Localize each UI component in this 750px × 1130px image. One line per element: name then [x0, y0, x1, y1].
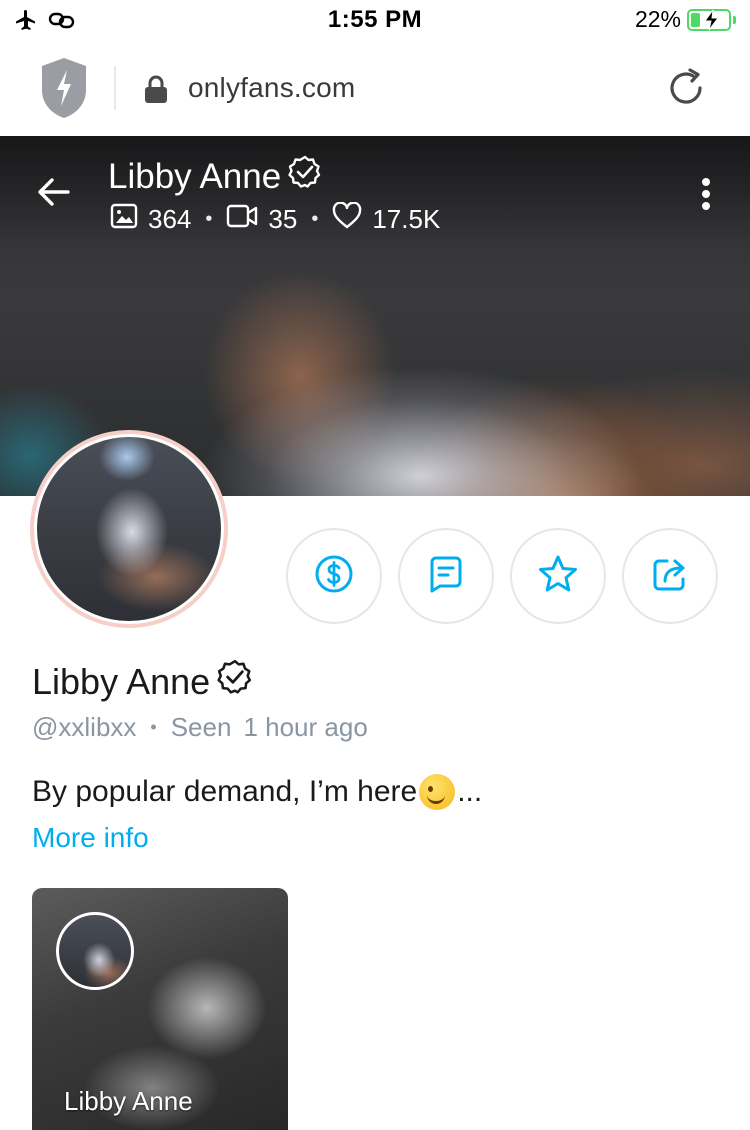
battery-icon [687, 8, 731, 31]
likes-count: 17.5K [372, 204, 441, 234]
profile-name: Libby Anne [32, 658, 254, 705]
message-button[interactable] [398, 528, 494, 624]
verified-icon [287, 154, 323, 199]
bio-ellipsis: ... [457, 775, 483, 808]
video-icon [226, 203, 258, 236]
verified-icon [216, 658, 254, 705]
username: @xxlibxx [32, 712, 137, 742]
cover-header: Libby Anne 364 • 35 • 17.5K [0, 136, 750, 246]
avatar[interactable] [30, 430, 228, 628]
stat-likes: 17.5K [332, 201, 441, 237]
winking-face-icon [419, 774, 456, 810]
share-icon [649, 553, 691, 600]
cover-title: Libby Anne [108, 154, 323, 199]
stat-separator: • [205, 208, 213, 230]
favorite-button[interactable] [510, 528, 606, 624]
image-icon [110, 202, 138, 237]
photos-count: 364 [148, 204, 192, 234]
status-bar: 1:55 PM 22% [0, 0, 750, 40]
card-name: Libby Anne [64, 1086, 193, 1116]
stat-photos: 364 [110, 202, 191, 237]
url-divider [114, 66, 116, 110]
url-text[interactable]: onlyfans.com [188, 72, 355, 104]
back-arrow-icon[interactable] [36, 174, 72, 215]
reload-icon[interactable] [664, 66, 708, 115]
post-card[interactable]: Libby Anne [32, 888, 288, 1130]
tip-button[interactable] [286, 528, 382, 624]
card-avatar [56, 912, 134, 990]
more-options-icon[interactable] [700, 176, 712, 217]
more-info-link[interactable]: More info [32, 822, 149, 854]
bio: By popular demand, I’m here ... [32, 774, 482, 810]
stat-videos: 35 [226, 203, 297, 236]
bio-text: By popular demand, I’m here [32, 775, 418, 808]
seen-label: Seen [170, 712, 232, 742]
meta-separator: • [150, 717, 157, 737]
avatar-image [34, 434, 224, 624]
lock-icon [144, 74, 168, 109]
heart-icon [332, 201, 362, 237]
share-button[interactable] [622, 528, 718, 624]
shield-icon[interactable] [40, 56, 88, 125]
profile-name-text: Libby Anne [32, 660, 211, 702]
stat-separator: • [311, 208, 319, 230]
status-right: 22% [635, 6, 736, 33]
videos-count: 35 [268, 204, 298, 234]
message-icon [426, 554, 466, 599]
dollar-icon [314, 554, 354, 599]
star-icon [537, 553, 579, 600]
seen-time: 1 hour ago [243, 712, 368, 742]
cover-stats: 364 • 35 • 17.5K [110, 201, 441, 237]
browser-url-bar: onlyfans.com [0, 40, 750, 136]
profile-meta: @xxlibxx • Seen 1 hour ago [32, 712, 368, 743]
battery-cap [733, 15, 736, 24]
battery-percent: 22% [634, 6, 681, 32]
cover-name-text: Libby Anne [108, 156, 282, 196]
